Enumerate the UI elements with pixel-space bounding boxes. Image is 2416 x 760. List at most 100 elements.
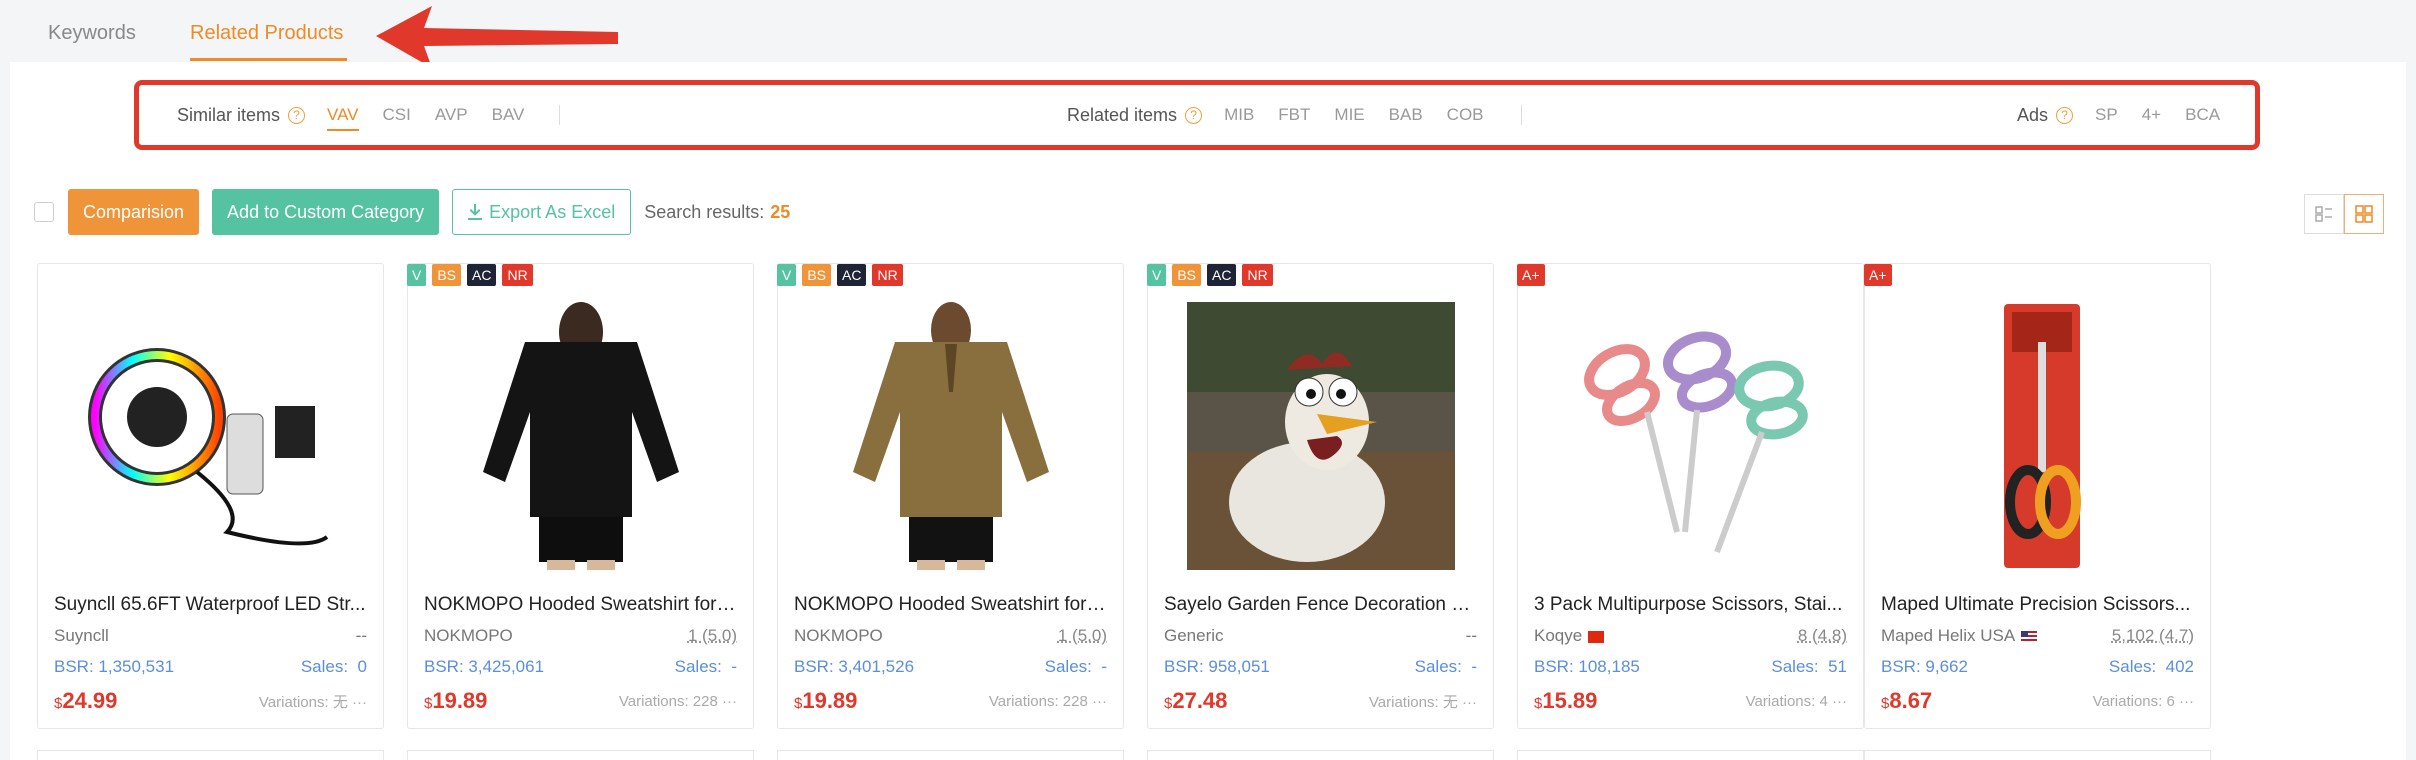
divider [559,105,560,125]
product-rating[interactable]: 8 (4.8) [1798,626,1847,646]
sales-value: 51 [1828,657,1847,676]
product-image-black-sweatshirt[interactable] [447,302,715,570]
product-rating[interactable]: 5,102 (4.7) [2112,626,2194,646]
ads-label: Ads [2017,105,2048,126]
more-icon[interactable]: ··· [1092,693,1107,710]
product-image-maped-scissors[interactable] [1904,302,2172,570]
filter-4plus[interactable]: 4+ [2142,105,2161,125]
sales-value: 0 [358,657,367,676]
product-rating[interactable]: 1 (5.0) [1058,626,1107,646]
view-toggle [2304,194,2384,234]
product-card[interactable]: A+ Maped Ultimate Precision Scissors... … [1864,263,2211,729]
more-icon[interactable]: ··· [1832,693,1847,710]
download-icon [468,204,482,220]
filter-bav[interactable]: BAV [492,105,525,125]
product-brand[interactable]: Maped Helix USA [1881,626,2015,645]
sales-label: Sales: [301,657,348,676]
filter-vav[interactable]: VAV [327,105,359,125]
badge-ac: AC [837,264,866,286]
product-brand[interactable]: Generic [1164,626,1224,646]
filter-sp[interactable]: SP [2095,105,2118,125]
badge-ac: AC [1207,264,1236,286]
comparision-button[interactable]: Comparision [68,189,199,235]
product-rating[interactable]: 1 (5.0) [688,626,737,646]
product-brand[interactable]: NOKMOPO [794,626,883,646]
variations: Variations: 4 [1746,693,1828,710]
product-brand[interactable]: NOKMOPO [424,626,513,646]
product-image-scissors-3[interactable] [1557,302,1825,570]
badge-group: V BS AC NR [777,264,903,286]
sales-value: 402 [2166,657,2194,676]
variations: Variations: 无 [259,694,348,711]
more-icon[interactable]: ··· [1462,694,1477,711]
badge-nr: NR [1242,264,1272,286]
product-card-next-row[interactable] [1517,750,1864,760]
help-icon[interactable]: ? [2056,107,2073,124]
filter-mib[interactable]: MIB [1224,105,1254,125]
add-to-custom-category-button[interactable]: Add to Custom Category [212,189,439,235]
product-title[interactable]: Sayelo Garden Fence Decoration C... [1164,594,1477,616]
variations: Variations: 228 [989,693,1088,710]
product-title[interactable]: 3 Pack Multipurpose Scissors, Stai... [1534,594,1847,616]
more-icon[interactable]: ··· [352,694,367,711]
product-card-next-row[interactable] [1864,750,2211,760]
product-bsr: BSR: 3,425,061 [424,657,544,677]
product-brand[interactable]: Suyncll [54,626,109,646]
help-icon[interactable]: ? [1185,107,1202,124]
filter-csi[interactable]: CSI [383,105,411,125]
variations: Variations: 6 [2093,693,2175,710]
product-card-next-row[interactable] [407,750,754,760]
badge-v: V [777,264,796,286]
product-card[interactable]: A+ 3 Pack Multipurpose Scissors, Stai...… [1517,263,1864,729]
search-results-count: 25 [770,202,790,223]
divider [1521,105,1522,125]
sales-label: Sales: [1415,657,1462,676]
more-icon[interactable]: ··· [2179,693,2194,710]
filter-bar: Similar items ? VAV CSI AVP BAV Related … [134,80,2260,150]
product-rating: -- [1466,626,1477,646]
grid-view-icon[interactable] [2344,194,2384,234]
product-card[interactable]: V BS AC NR NOKMOPO Hooded Sweatshirt for… [777,263,1124,729]
filter-fbt[interactable]: FBT [1278,105,1310,125]
product-bsr: BSR: 108,185 [1534,657,1640,677]
filter-cob[interactable]: COB [1447,105,1484,125]
product-title[interactable]: NOKMOPO Hooded Sweatshirt for ... [794,594,1107,616]
related-items-label: Related items [1067,105,1177,126]
product-title[interactable]: Suyncll 65.6FT Waterproof LED Str... [54,594,367,616]
export-excel-button[interactable]: Export As Excel [452,189,631,235]
badge-bs: BS [432,264,461,286]
product-card-next-row[interactable] [1147,750,1494,760]
product-image-brown-sweatshirt[interactable] [817,302,1085,570]
help-icon[interactable]: ? [288,107,305,124]
sales-label: Sales: [1045,657,1092,676]
filter-bca[interactable]: BCA [2185,105,2220,125]
product-card-next-row[interactable] [37,750,384,760]
product-title[interactable]: NOKMOPO Hooded Sweatshirt for ... [424,594,737,616]
product-brand[interactable]: Koqye [1534,626,1582,645]
filter-mie[interactable]: MIE [1334,105,1364,125]
select-all-checkbox[interactable] [34,202,54,222]
product-card-next-row[interactable] [777,750,1124,760]
more-icon[interactable]: ··· [722,693,737,710]
product-image-led-strip[interactable] [77,302,345,570]
sales-value: - [731,657,737,676]
product-card[interactable]: Suyncll 65.6FT Waterproof LED Str... Suy… [37,263,384,729]
sales-label: Sales: [1771,657,1818,676]
product-card[interactable]: V BS AC NR Sayelo Garden Fence Decoratio… [1147,263,1494,729]
filter-bab[interactable]: BAB [1389,105,1423,125]
china-flag-icon [1588,631,1604,643]
variations: Variations: 228 [619,693,718,710]
product-title[interactable]: Maped Ultimate Precision Scissors... [1881,594,2194,616]
badge-group: V BS AC NR [407,264,533,286]
tab-related-products[interactable]: Related Products [190,22,343,45]
filter-avp[interactable]: AVP [435,105,468,125]
similar-items-group: Similar items ? VAV CSI AVP BAV [177,85,548,145]
tab-keywords[interactable]: Keywords [48,22,136,45]
product-price: $19.89 [424,688,487,714]
badge-a-plus: A+ [1517,264,1545,286]
list-view-icon[interactable] [2304,194,2344,234]
product-card[interactable]: V BS AC NR NOKMOPO Hooded Sweatshirt for… [407,263,754,729]
product-image-chicken-statue[interactable] [1187,302,1455,570]
tab-bar: Keywords Related Products [0,0,2416,62]
product-rating: -- [356,626,367,646]
